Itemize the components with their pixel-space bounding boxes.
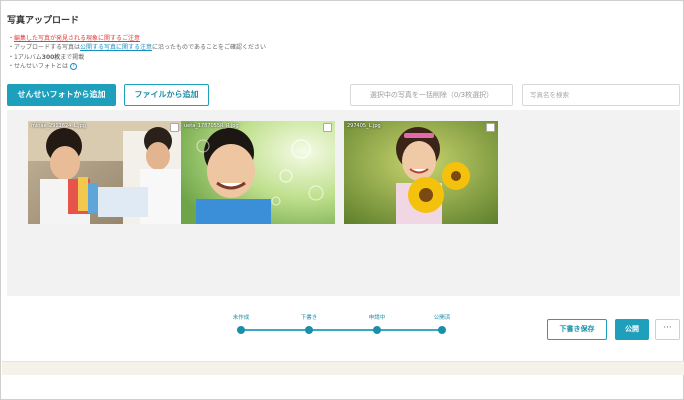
note-text: ・1アルバム — [8, 53, 42, 61]
caution-link[interactable]: 編集した写真が発見される現象に関するご注意 — [14, 35, 140, 42]
publish-status-steps: 未作成 下書き 申請中 公開済 — [223, 313, 453, 341]
photo-card[interactable]: ueta_1787055R_R.jpg — [181, 121, 335, 224]
step-dot — [373, 326, 381, 334]
step-label: 未作成 — [232, 315, 250, 321]
photo-select-checkbox[interactable] — [170, 123, 179, 132]
photo-filename: 297405_L.jpg — [347, 123, 381, 129]
step-item: 申請中 — [357, 313, 397, 334]
bulk-delete-button[interactable]: 選択中の写真を一括削除（0/3枚選択） — [350, 84, 513, 106]
save-draft-button[interactable]: 下書き保存 — [547, 319, 607, 340]
add-from-sensei-photo-button[interactable]: せんせいフォトから追加 — [7, 84, 116, 106]
photo-limit: 300枚 — [41, 53, 61, 61]
step-dot — [438, 326, 446, 334]
page-title: 写真アップロード — [7, 16, 80, 26]
note-text: ・アップロードする写真は — [8, 44, 81, 52]
photo-select-checkbox[interactable] — [486, 123, 495, 132]
add-from-file-button[interactable]: ファイルから追加 — [124, 84, 209, 106]
photo-card[interactable]: 297405_L.jpg — [344, 121, 498, 224]
step-item: 未作成 — [221, 313, 261, 334]
photo-filename: minae_2911824_L.jpg — [31, 123, 86, 129]
publish-button[interactable]: 公開 — [615, 319, 649, 340]
photo-card[interactable]: minae_2911824_L.jpg — [28, 121, 182, 224]
step-item: 下書き — [289, 313, 329, 334]
note-text: に沿ったものであることをご確認ください — [152, 44, 266, 52]
photo-search-input[interactable]: 写真名を検索 — [522, 84, 680, 106]
step-label: 下書き — [300, 315, 318, 321]
footer-band — [2, 361, 684, 375]
photo-thumbnail — [181, 121, 335, 224]
note-line-1: ・編集した写真が発見される現象に関するご注意 — [8, 34, 266, 43]
photo-thumbnail — [344, 121, 498, 224]
step-item: 公開済 — [422, 313, 462, 334]
photo-gallery: minae_2911824_L.jpg ueta_1787055R_R.jpg … — [7, 110, 680, 296]
photo-filename: ueta_1787055R_R.jpg — [184, 123, 239, 129]
note-text: まで掲載 — [60, 53, 85, 61]
photo-thumbnail — [28, 121, 182, 224]
more-options-button[interactable]: ··· — [655, 319, 680, 340]
step-dot — [305, 326, 313, 334]
note-line-2: ・アップロードする写真は公開する写真に関する注意に沿ったものであることをご確認く… — [8, 43, 266, 52]
upload-notes: ・編集した写真が発見される現象に関するご注意 ・アップロードする写真は公開する写… — [8, 34, 266, 72]
note-line-3: ・1アルバム300枚まで掲載 — [8, 53, 266, 62]
app-frame: 写真アップロード ・編集した写真が発見される現象に関するご注意 ・アップロードす… — [0, 0, 684, 400]
photo-select-checkbox[interactable] — [323, 123, 332, 132]
help-icon[interactable]: ? — [69, 63, 77, 71]
note-line-4: ・せんせいフォトとは ? — [8, 62, 266, 71]
publish-guideline-link[interactable]: 公開する写真に関する注意 — [80, 44, 152, 51]
step-dot — [237, 326, 245, 334]
steps-track — [239, 329, 445, 331]
step-label: 申請中 — [368, 315, 386, 321]
note-text: ・せんせいフォトとは — [8, 63, 69, 71]
step-label: 公開済 — [433, 315, 451, 321]
